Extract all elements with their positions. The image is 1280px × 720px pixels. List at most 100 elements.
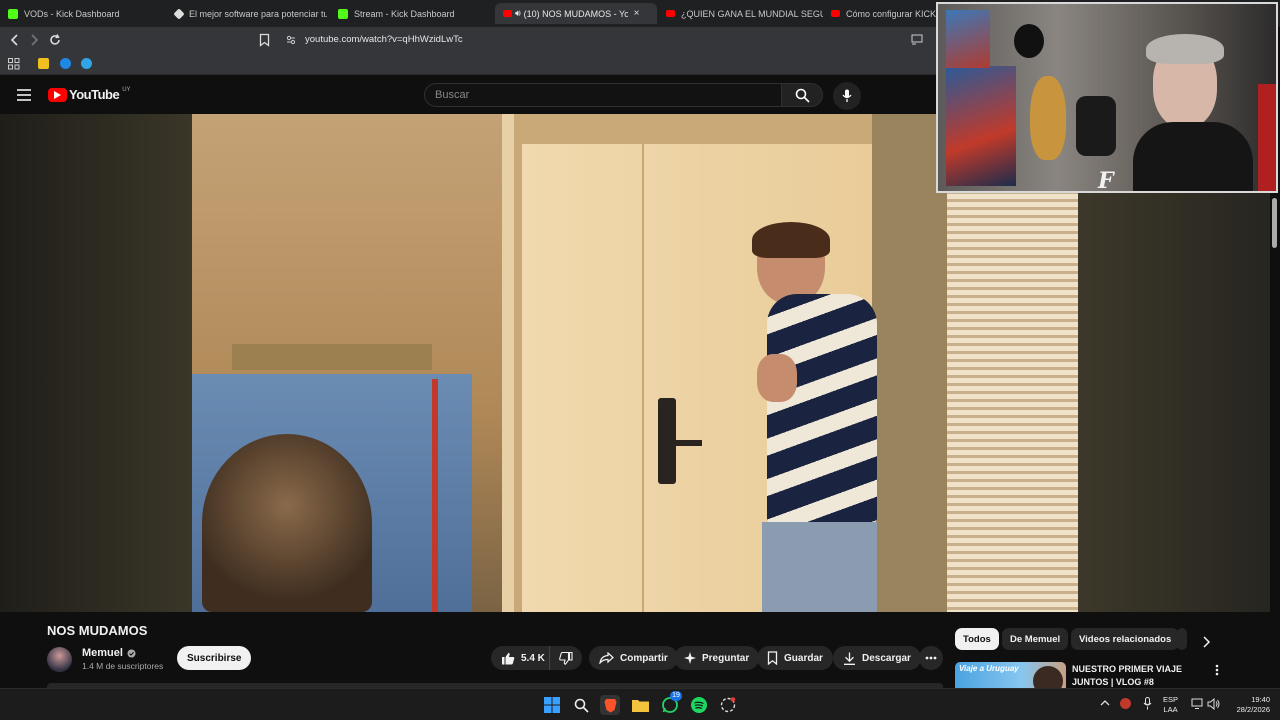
microphone-icon xyxy=(842,89,852,103)
tab-youtube-active[interactable]: 🔊︎ (10) NOS MUDAMOS - YouTu × xyxy=(495,3,657,24)
address-bar-row: youtube.com/watch?v=qHhWzidLwTc xyxy=(0,27,936,53)
cast-icon[interactable] xyxy=(911,34,923,45)
thumbnail-person xyxy=(1033,666,1063,688)
youtube-icon xyxy=(831,10,840,17)
ask-label: Preguntar xyxy=(702,652,750,664)
save-button[interactable]: Guardar xyxy=(757,646,833,670)
forward-icon[interactable] xyxy=(28,33,40,47)
folder-bookmark-icon[interactable] xyxy=(38,58,49,69)
subscribe-button[interactable]: Suscribirse xyxy=(177,646,252,670)
gaming-chair xyxy=(1258,84,1276,191)
tab-mundial[interactable]: ¿QUIEN GANA EL MUNDIAL SEGUN xyxy=(658,3,823,24)
site-settings-icon[interactable] xyxy=(286,35,296,45)
spotify-icon[interactable] xyxy=(689,695,709,715)
tray-app-icon[interactable] xyxy=(1120,698,1131,709)
ask-button[interactable]: Preguntar xyxy=(674,646,760,670)
search-input[interactable]: Buscar xyxy=(424,83,782,107)
streamer-hair xyxy=(1146,34,1224,64)
file-explorer-icon[interactable] xyxy=(630,695,650,715)
youtube-icon xyxy=(666,10,675,17)
more-vertical-icon[interactable] xyxy=(1215,664,1219,676)
tab-software[interactable]: El mejor software para potenciar tu s xyxy=(167,3,327,24)
download-label: Descargar xyxy=(862,652,911,664)
more-actions-button[interactable] xyxy=(919,646,943,670)
recommended-title[interactable]: NUESTRO PRIMER VIAJE JUNTOS | VLOG #8 xyxy=(1072,663,1182,689)
voice-search-button[interactable] xyxy=(833,82,861,110)
chip-de-memuel[interactable]: De Memuel xyxy=(1002,628,1069,650)
search-button[interactable] xyxy=(781,83,823,107)
chevron-right-icon[interactable] xyxy=(1201,636,1211,648)
scrollbar-thumb[interactable] xyxy=(1272,198,1277,248)
channel-name[interactable]: Memuel xyxy=(82,647,123,659)
edge-bookmark-icon-2[interactable] xyxy=(81,58,92,69)
whatsapp-badge: 19 xyxy=(670,691,682,701)
edge-bookmark-icon[interactable] xyxy=(60,58,71,69)
language-indicator[interactable]: ESP LAA xyxy=(1163,695,1178,715)
video-ambient-left xyxy=(0,114,192,612)
youtube-logo-icon xyxy=(48,87,67,102)
diamond-icon xyxy=(173,7,185,20)
youtube-logo[interactable]: YouTube UY xyxy=(48,87,131,102)
tray-microphone-icon[interactable] xyxy=(1143,697,1152,710)
search-icon xyxy=(795,88,810,103)
reload-icon[interactable] xyxy=(48,33,62,47)
back-icon[interactable] xyxy=(9,33,21,47)
tab-label: Stream - Kick Dashboard xyxy=(354,8,455,19)
dislike-button[interactable] xyxy=(549,646,582,670)
network-icon[interactable] xyxy=(1191,698,1204,710)
recommended-title-line1: NUESTRO PRIMER VIAJE xyxy=(1072,664,1183,674)
thumbnail-text: Viaje a Uruguay xyxy=(959,664,1019,673)
recommended-thumbnail[interactable]: Viaje a Uruguay xyxy=(955,662,1066,688)
url-text: youtube.com/watch?v=qHhWzidLwTc xyxy=(305,34,463,45)
download-button[interactable]: Descargar xyxy=(833,646,921,670)
brave-browser-icon[interactable] xyxy=(600,695,620,715)
download-icon xyxy=(843,652,856,665)
person-striped-shirt xyxy=(767,294,877,524)
door-frame-left xyxy=(502,114,514,612)
apps-grid-icon[interactable] xyxy=(8,58,20,70)
guitar xyxy=(1030,76,1066,160)
webcam-logo-letter: F xyxy=(1098,168,1114,193)
volume-icon[interactable] xyxy=(1207,698,1220,710)
streaming-app-icon[interactable] xyxy=(718,695,738,715)
door-handle xyxy=(668,440,702,446)
windows-start-icon[interactable] xyxy=(542,695,562,715)
region-code: UY xyxy=(122,86,131,93)
share-icon xyxy=(599,652,614,664)
like-button[interactable]: 5.4 K xyxy=(491,646,553,670)
share-button[interactable]: Compartir xyxy=(589,646,678,670)
subscriber-count: 1.4 M de suscriptores xyxy=(82,661,164,671)
keyboard-layout: LAA xyxy=(1163,705,1178,714)
channel-name-row[interactable]: Memuel xyxy=(82,647,136,659)
bookmark-icon[interactable] xyxy=(259,33,270,47)
menu-icon[interactable] xyxy=(17,89,31,101)
kick-icon xyxy=(8,8,18,19)
tab-kickbot[interactable]: Cómo configurar KICKBO xyxy=(823,3,936,24)
chip-partial[interactable] xyxy=(1177,628,1187,650)
tab-vods-kick[interactable]: VODs - Kick Dashboard xyxy=(0,3,165,24)
backpack xyxy=(1076,96,1116,156)
chip-todos[interactable]: Todos xyxy=(955,628,999,650)
windows-taskbar: 19 ESP LAA 19:40 28/2/2026 xyxy=(0,688,1280,720)
share-label: Compartir xyxy=(620,652,668,664)
bookmarks-bar xyxy=(0,53,936,75)
tray-chevron-up-icon[interactable] xyxy=(1100,699,1110,707)
url-field[interactable]: youtube.com/watch?v=qHhWzidLwTc xyxy=(278,30,928,50)
like-count: 5.4 K xyxy=(521,652,545,664)
scrollbar-track[interactable] xyxy=(1270,190,1280,688)
clock[interactable]: 19:40 28/2/2026 xyxy=(1226,695,1270,715)
save-label: Guardar xyxy=(784,652,823,664)
tab-stream-kick[interactable]: Stream - Kick Dashboard xyxy=(330,3,495,24)
clock-time: 19:40 xyxy=(1251,695,1270,704)
tab-label: (10) NOS MUDAMOS - YouTu xyxy=(523,8,628,19)
taskbar-search-icon[interactable] xyxy=(571,695,591,715)
language-code: ESP xyxy=(1163,695,1179,704)
whatsapp-icon[interactable]: 19 xyxy=(660,691,682,715)
webcam-overlay: F xyxy=(936,2,1278,193)
poster xyxy=(946,66,1016,186)
thumbs-down-icon xyxy=(559,651,573,665)
close-icon[interactable]: × xyxy=(634,8,640,19)
chip-videos-relacionados[interactable]: Videos relacionados xyxy=(1071,628,1180,650)
person-hair xyxy=(752,222,830,258)
channel-avatar[interactable] xyxy=(47,647,72,672)
